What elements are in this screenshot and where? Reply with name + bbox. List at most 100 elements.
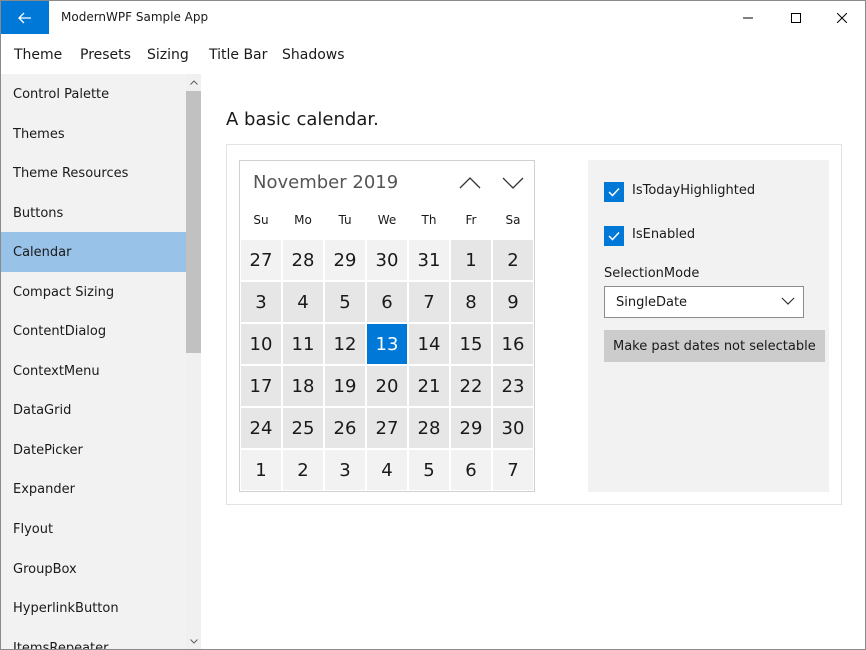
calendar-day-outside-month[interactable]: 31 [409, 240, 449, 280]
calendar-previous-button[interactable] [454, 169, 486, 197]
sidebar-item-buttons[interactable]: Buttons [1, 193, 186, 233]
sidebar: Control Palette Themes Theme Resources B… [1, 74, 201, 650]
back-arrow-icon [18, 12, 31, 23]
menu-sizing[interactable]: Sizing [147, 47, 189, 63]
calendar-day-outside-month[interactable]: 7 [493, 450, 533, 490]
calendar-day[interactable]: 23 [493, 366, 533, 406]
scroll-up-button[interactable] [186, 74, 201, 90]
sidebar-item-datagrid[interactable]: DataGrid [1, 390, 186, 430]
calendar-day[interactable]: 20 [367, 366, 407, 406]
is-today-highlighted-label[interactable]: IsTodayHighlighted [632, 183, 755, 198]
chevron-up-icon [189, 79, 198, 85]
maximize-button[interactable] [773, 1, 819, 34]
calendar-day[interactable]: 12 [325, 324, 365, 364]
calendar-day[interactable]: 19 [325, 366, 365, 406]
make-past-dates-not-selectable-button[interactable]: Make past dates not selectable [604, 330, 825, 362]
calendar-day[interactable]: 6 [367, 282, 407, 322]
calendar-day-outside-month[interactable]: 5 [409, 450, 449, 490]
is-today-highlighted-checkbox[interactable] [604, 182, 624, 202]
calendar-day[interactable]: 14 [409, 324, 449, 364]
is-enabled-label[interactable]: IsEnabled [632, 227, 695, 242]
window-title: ModernWPF Sample App [61, 10, 209, 24]
sidebar-item-datepicker[interactable]: DatePicker [1, 430, 186, 470]
chevron-down-icon [502, 177, 524, 189]
calendar-day-outside-month[interactable]: 27 [241, 240, 281, 280]
calendar-header-month[interactable]: November 2019 [253, 172, 398, 193]
minimize-icon [743, 17, 753, 18]
calendar-day[interactable]: 1 [451, 240, 491, 280]
day-of-week-header: Tu [338, 213, 352, 227]
checkmark-icon [608, 231, 620, 241]
calendar-day[interactable]: 18 [283, 366, 323, 406]
sidebar-item-itemsrepeater[interactable]: ItemsRepeater [1, 628, 186, 650]
calendar-day-outside-month[interactable]: 3 [325, 450, 365, 490]
menu-shadows[interactable]: Shadows [282, 47, 345, 63]
calendar-day[interactable]: 7 [409, 282, 449, 322]
sidebar-item-flyout[interactable]: Flyout [1, 509, 186, 549]
calendar-day[interactable]: 10 [241, 324, 281, 364]
day-of-week-header: Fr [465, 213, 477, 227]
calendar-day-outside-month[interactable]: 1 [241, 450, 281, 490]
minimize-button[interactable] [725, 1, 771, 34]
sidebar-item-contextmenu[interactable]: ContextMenu [1, 351, 186, 391]
calendar-day-outside-month[interactable]: 29 [325, 240, 365, 280]
sidebar-item-control-palette[interactable]: Control Palette [1, 74, 186, 114]
app-window: ModernWPF Sample App Theme Presets Sizin… [0, 0, 866, 650]
sidebar-item-expander[interactable]: Expander [1, 469, 186, 509]
calendar-day[interactable]: 8 [451, 282, 491, 322]
scroll-thumb[interactable] [186, 91, 201, 353]
day-of-week-header: We [377, 213, 397, 227]
calendar-day[interactable]: 21 [409, 366, 449, 406]
calendar-day-outside-month[interactable]: 28 [283, 240, 323, 280]
calendar-day[interactable]: 5 [325, 282, 365, 322]
checkmark-icon [608, 187, 620, 197]
options-panel: IsTodayHighlighted IsEnabled SelectionMo… [588, 160, 829, 492]
calendar-day[interactable]: 15 [451, 324, 491, 364]
calendar-day[interactable]: 22 [451, 366, 491, 406]
maximize-icon [791, 12, 801, 23]
calendar-day[interactable]: 25 [283, 408, 323, 448]
calendar-day[interactable]: 9 [493, 282, 533, 322]
sidebar-item-calendar[interactable]: Calendar [1, 232, 186, 272]
sidebar-item-hyperlinkbutton[interactable]: HyperlinkButton [1, 588, 186, 628]
calendar-next-button[interactable] [497, 169, 529, 197]
calendar-day[interactable]: 17 [241, 366, 281, 406]
menu-presets[interactable]: Presets [80, 47, 131, 63]
calendar-day[interactable]: 11 [283, 324, 323, 364]
calendar-day[interactable]: 26 [325, 408, 365, 448]
close-icon [837, 12, 847, 23]
page-title: A basic calendar. [226, 109, 379, 130]
chevron-down-icon [781, 297, 795, 305]
chevron-down-icon [189, 638, 198, 644]
sidebar-item-groupbox[interactable]: GroupBox [1, 549, 186, 589]
back-button[interactable] [1, 1, 49, 34]
sidebar-item-compact-sizing[interactable]: Compact Sizing [1, 272, 186, 312]
calendar-day-outside-month[interactable]: 4 [367, 450, 407, 490]
calendar-day[interactable]: 3 [241, 282, 281, 322]
menu-bar: Theme Presets Sizing Title Bar Shadows [1, 34, 865, 74]
calendar-day[interactable]: 28 [409, 408, 449, 448]
sidebar-item-theme-resources[interactable]: Theme Resources [1, 153, 186, 193]
calendar-day[interactable]: 2 [493, 240, 533, 280]
menu-title-bar[interactable]: Title Bar [209, 47, 267, 63]
calendar-day[interactable]: 4 [283, 282, 323, 322]
menu-theme[interactable]: Theme [14, 47, 62, 63]
calendar: November 2019 Su Mo Tu We Th Fr Sa 27 28 2… [239, 160, 535, 492]
sidebar-item-themes[interactable]: Themes [1, 114, 186, 154]
calendar-day-outside-month[interactable]: 2 [283, 450, 323, 490]
calendar-day-outside-month[interactable]: 30 [367, 240, 407, 280]
calendar-day[interactable]: 24 [241, 408, 281, 448]
selection-mode-value: SingleDate [616, 294, 688, 310]
calendar-day[interactable]: 27 [367, 408, 407, 448]
selection-mode-combobox[interactable]: SingleDate [604, 286, 804, 318]
calendar-day[interactable]: 29 [451, 408, 491, 448]
calendar-day-today[interactable]: 13 [367, 324, 407, 364]
scroll-down-button[interactable] [186, 633, 201, 649]
chevron-up-icon [459, 177, 481, 189]
calendar-day[interactable]: 30 [493, 408, 533, 448]
close-button[interactable] [819, 1, 865, 34]
calendar-day[interactable]: 16 [493, 324, 533, 364]
is-enabled-checkbox[interactable] [604, 226, 624, 246]
calendar-day-outside-month[interactable]: 6 [451, 450, 491, 490]
sidebar-item-contentdialog[interactable]: ContentDialog [1, 311, 186, 351]
